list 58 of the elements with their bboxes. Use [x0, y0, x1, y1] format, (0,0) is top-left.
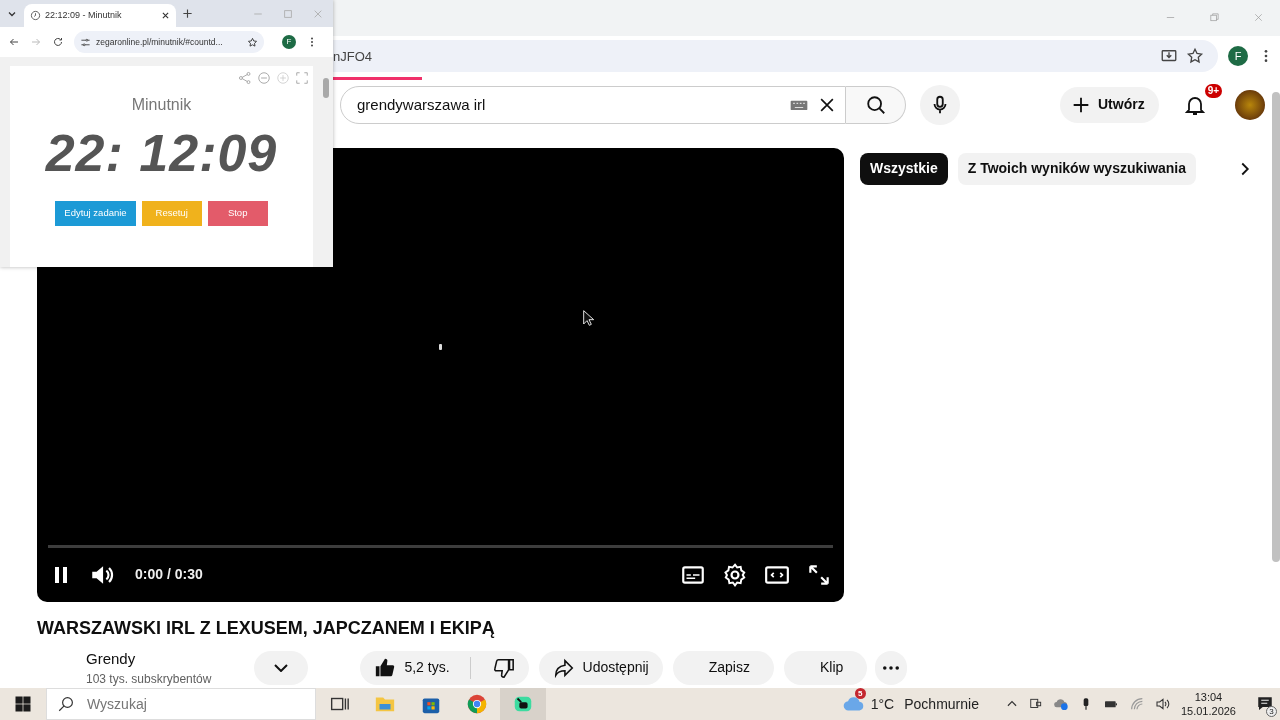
filter-chip[interactable]: Wszystkie: [860, 152, 948, 185]
clock-time[interactable]: 13:04: [1194, 690, 1223, 704]
profile-avatar[interactable]: [1234, 89, 1265, 120]
weather-badge: 5: [854, 688, 866, 699]
like-button[interactable]: 5,2 tys.: [360, 650, 462, 685]
reload-icon[interactable]: [52, 36, 64, 48]
stop-button[interactable]: Stop: [207, 201, 268, 226]
filter-chip[interactable]: Z Twoich wyników wyszukiwania: [957, 152, 1197, 185]
save-button[interactable]: Zapisz: [672, 650, 774, 685]
taskbar-search-box[interactable]: Wyszukaj: [46, 688, 316, 720]
speaker-icon[interactable]: [1154, 696, 1171, 712]
notification-count: 3: [1266, 706, 1277, 717]
channel-name[interactable]: Grendy: [86, 647, 212, 670]
cloud-sync-icon[interactable]: [1052, 696, 1069, 712]
clock-date[interactable]: 15.01.2026: [1180, 704, 1236, 718]
chrome-icon[interactable]: [466, 693, 488, 715]
plus-icon[interactable]: [182, 8, 193, 19]
more-button[interactable]: [875, 650, 908, 685]
taskbar-search-field[interactable]: Wyszukaj: [85, 692, 270, 716]
share-arrow-icon: [552, 656, 575, 679]
timer-icon: [30, 10, 41, 21]
loading-spinner: [439, 343, 442, 350]
tab-title: 22:12:09 - Minutnik: [45, 8, 123, 22]
star-icon[interactable]: [1186, 47, 1204, 66]
notifications-icon[interactable]: [1256, 695, 1274, 713]
chevron-down-icon: [274, 663, 289, 672]
search-button[interactable]: [846, 85, 906, 124]
site-settings-icon: [80, 36, 91, 48]
profile-avatar[interactable]: F: [1228, 46, 1248, 67]
browser-tab[interactable]: 22:12:09 - Minutnik: [24, 4, 176, 27]
share-button[interactable]: Udostępnij: [538, 650, 663, 685]
search-field[interactable]: grendywarszawa irl: [355, 92, 781, 118]
search-icon: [57, 695, 75, 713]
meet-icon[interactable]: [1028, 697, 1043, 711]
profile-avatar[interactable]: F: [282, 35, 296, 49]
scrollbar-thumb[interactable]: [323, 78, 329, 98]
back-icon[interactable]: [8, 36, 20, 48]
address-bar[interactable]: zegaronline.pl/minutnik/#countd...: [74, 31, 264, 53]
clip-button[interactable]: Klip: [783, 650, 868, 685]
settings-icon[interactable]: [722, 561, 748, 588]
subscriber-count: 103 tys. subskrybentów: [86, 671, 212, 688]
weather-description: Pochmurnie: [904, 694, 979, 714]
more-icon: [883, 665, 900, 670]
windows-logo-icon[interactable]: [14, 695, 32, 713]
video-title: WARSZAWSKI IRL Z LEXUSEM, JAPCZANEM I EKIPĄ: [37, 617, 496, 640]
thumbs-down-icon: [492, 656, 515, 679]
timer-heading: Minutnik: [131, 95, 192, 115]
scrollbar-thumb[interactable]: [1272, 91, 1280, 562]
microphone-button[interactable]: [920, 84, 960, 125]
close-icon[interactable]: [161, 11, 170, 20]
video-time: 0:00 / 0:30: [135, 565, 204, 585]
notification-badge: 9+: [1204, 83, 1223, 98]
thumbs-up-icon: [374, 656, 397, 679]
url-text: nJFO4: [333, 47, 373, 66]
create-button[interactable]: Utwórz: [1060, 86, 1159, 123]
star-icon[interactable]: [247, 36, 258, 48]
search-icon: [864, 93, 887, 116]
temperature: 1°C: [870, 694, 895, 714]
